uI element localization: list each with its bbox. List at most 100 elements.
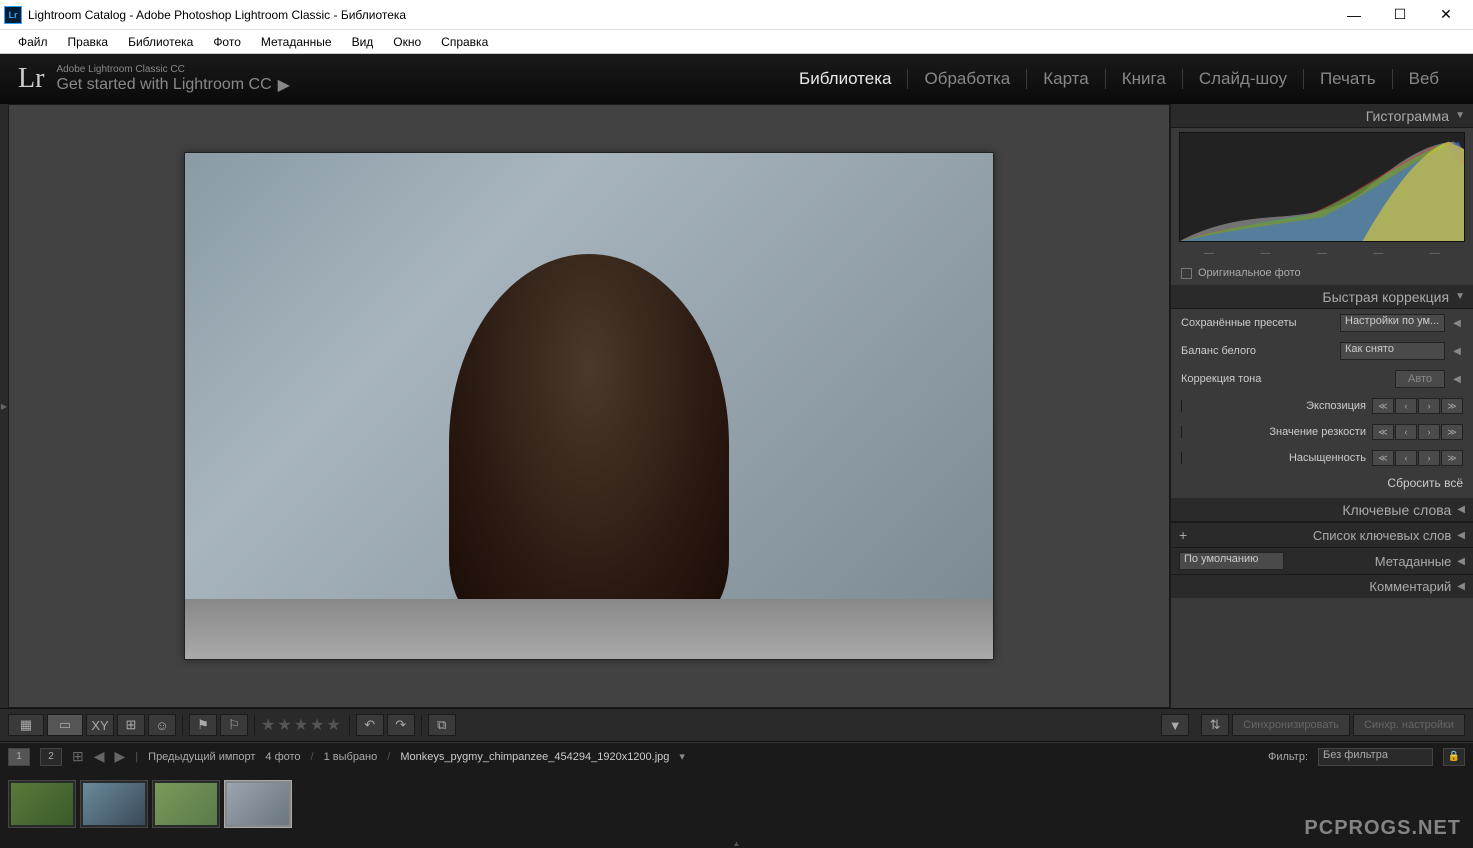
menu-view[interactable]: Вид	[342, 32, 384, 52]
exposure-inc-large[interactable]: ≫	[1441, 398, 1463, 414]
second-window-button[interactable]: 2	[40, 748, 62, 766]
identity-line2[interactable]: Get started with Lightroom CC▶	[56, 75, 290, 95]
preview-area	[8, 104, 1170, 708]
face-tagging-button[interactable]: ⧉	[428, 714, 456, 736]
chevron-left-icon[interactable]: ◀	[1451, 318, 1463, 329]
left-panel-toggle[interactable]	[0, 104, 8, 708]
saved-preset-select[interactable]: Настройки по ум...	[1340, 314, 1445, 332]
module-slideshow[interactable]: Слайд-шоу	[1183, 69, 1304, 89]
saturation-stepper: ≪ ‹ › ≫	[1372, 450, 1463, 466]
toolbar: ▦ ▭ XY ⊞ ☺ ⚑ ⚐ ★★★★★ ↶ ↷ ⧉ ▼ ⇅ Синхрониз…	[0, 708, 1473, 742]
saturation-dec-large[interactable]: ≪	[1372, 450, 1394, 466]
flag-pick-button[interactable]: ⚑	[189, 714, 217, 736]
exposure-inc[interactable]: ›	[1418, 398, 1440, 414]
tone-label: Коррекция тона	[1181, 373, 1389, 385]
photo-count: 4 фото	[265, 751, 300, 763]
module-develop[interactable]: Обработка	[908, 69, 1027, 89]
chevron-left-icon[interactable]: ◀	[1451, 374, 1463, 385]
clarity-stepper: ≪ ‹ › ≫	[1372, 424, 1463, 440]
menu-window[interactable]: Окно	[383, 32, 431, 52]
loupe-view-button[interactable]: ▭	[47, 714, 83, 736]
chevron-down-icon: ▼	[1455, 291, 1465, 302]
module-picker: Библиотека Обработка Карта Книга Слайд-ш…	[783, 69, 1455, 89]
sync-settings-button[interactable]: Синхр. настройки	[1353, 714, 1465, 736]
reset-all-button[interactable]: Сбросить всё	[1387, 476, 1463, 490]
rotate-ccw-button[interactable]: ↶	[356, 714, 384, 736]
filter-lock-button[interactable]: 🔒	[1443, 748, 1465, 766]
right-panel: Гистограмма▼ ————— Оригинальное фото Быс…	[1170, 104, 1473, 708]
titlebar: Lr Lightroom Catalog - Adobe Photoshop L…	[0, 0, 1473, 30]
grid-view-button[interactable]: ▦	[8, 714, 44, 736]
auto-tone-button[interactable]: Авто	[1395, 370, 1445, 388]
clarity-inc[interactable]: ›	[1418, 424, 1440, 440]
wb-select[interactable]: Как снято	[1340, 342, 1445, 360]
histogram[interactable]	[1179, 132, 1465, 242]
compare-view-button[interactable]: XY	[86, 714, 114, 736]
sync-button[interactable]: Синхронизировать	[1232, 714, 1350, 736]
original-photo-checkbox[interactable]	[1181, 268, 1192, 279]
maximize-button[interactable]: ☐	[1377, 0, 1423, 30]
preview-image[interactable]	[184, 152, 994, 660]
menu-photo[interactable]: Фото	[203, 32, 251, 52]
wb-label: Баланс белого	[1181, 345, 1334, 357]
window-title: Lightroom Catalog - Adobe Photoshop Ligh…	[28, 8, 1331, 22]
filmstrip-header: 1 2 ⊞ ◀ ▶ | Предыдущий импорт 4 фото / 1…	[0, 742, 1473, 770]
filmstrip	[0, 770, 1473, 838]
chevron-left-icon[interactable]: ◀	[1451, 346, 1463, 357]
menu-metadata[interactable]: Метаданные	[251, 32, 342, 52]
thumbnail[interactable]	[152, 780, 220, 828]
module-print[interactable]: Печать	[1304, 69, 1393, 89]
rating-stars[interactable]: ★★★★★	[261, 715, 343, 735]
chevron-left-icon: ◀	[1457, 556, 1465, 567]
menu-library[interactable]: Библиотека	[118, 32, 203, 52]
plus-icon[interactable]: +	[1179, 527, 1187, 543]
saturation-inc-large[interactable]: ≫	[1441, 450, 1463, 466]
comments-header[interactable]: Комментарий◀	[1171, 574, 1473, 598]
nav-back-icon[interactable]: ◀	[94, 748, 105, 765]
saved-preset-label: Сохранённые пресеты	[1181, 317, 1334, 329]
grid-icon[interactable]: ⊞	[72, 748, 84, 765]
quick-develop-header[interactable]: Быстрая коррекция▼	[1171, 285, 1473, 309]
source-label[interactable]: Предыдущий импорт	[148, 751, 255, 763]
module-library[interactable]: Библиотека	[783, 69, 908, 89]
module-web[interactable]: Веб	[1393, 69, 1455, 89]
clarity-dec[interactable]: ‹	[1395, 424, 1417, 440]
toolbar-menu-button[interactable]: ▼	[1161, 714, 1189, 736]
clarity-label: Значение резкости	[1181, 426, 1366, 438]
thumbnail-selected[interactable]	[224, 780, 292, 828]
keywords-header[interactable]: Ключевые слова◀	[1171, 498, 1473, 522]
exposure-dec-large[interactable]: ≪	[1372, 398, 1394, 414]
close-button[interactable]: ✕	[1423, 0, 1469, 30]
module-book[interactable]: Книга	[1106, 69, 1183, 89]
identity-line1: Adobe Lightroom Classic CC	[56, 64, 290, 75]
chevron-left-icon: ◀	[1457, 504, 1465, 515]
exposure-dec[interactable]: ‹	[1395, 398, 1417, 414]
saturation-dec[interactable]: ‹	[1395, 450, 1417, 466]
flag-reject-button[interactable]: ⚐	[220, 714, 248, 736]
thumbnail[interactable]	[8, 780, 76, 828]
menu-file[interactable]: Файл	[8, 32, 58, 52]
rotate-cw-button[interactable]: ↷	[387, 714, 415, 736]
clarity-dec-large[interactable]: ≪	[1372, 424, 1394, 440]
menu-help[interactable]: Справка	[431, 32, 498, 52]
minimize-button[interactable]: —	[1331, 0, 1377, 30]
filmstrip-toggle[interactable]	[0, 838, 1473, 848]
thumbnail[interactable]	[80, 780, 148, 828]
main-window-button[interactable]: 1	[8, 748, 30, 766]
metadata-header[interactable]: По умолчанию Метаданные◀	[1171, 547, 1473, 574]
keyword-list-header[interactable]: + Список ключевых слов◀	[1171, 522, 1473, 547]
people-view-button[interactable]: ☺	[148, 714, 176, 736]
histogram-zones: —————	[1171, 246, 1473, 261]
sync-lock-button[interactable]: ⇅	[1201, 714, 1229, 736]
filter-select[interactable]: Без фильтра	[1318, 748, 1433, 766]
histogram-header[interactable]: Гистограмма▼	[1171, 104, 1473, 128]
survey-view-button[interactable]: ⊞	[117, 714, 145, 736]
metadata-preset-select[interactable]: По умолчанию	[1179, 552, 1284, 570]
module-map[interactable]: Карта	[1027, 69, 1106, 89]
saturation-label: Насыщенность	[1181, 452, 1366, 464]
original-photo-row: Оригинальное фото	[1171, 261, 1473, 285]
nav-forward-icon[interactable]: ▶	[115, 748, 126, 765]
clarity-inc-large[interactable]: ≫	[1441, 424, 1463, 440]
saturation-inc[interactable]: ›	[1418, 450, 1440, 466]
menu-edit[interactable]: Правка	[58, 32, 119, 52]
